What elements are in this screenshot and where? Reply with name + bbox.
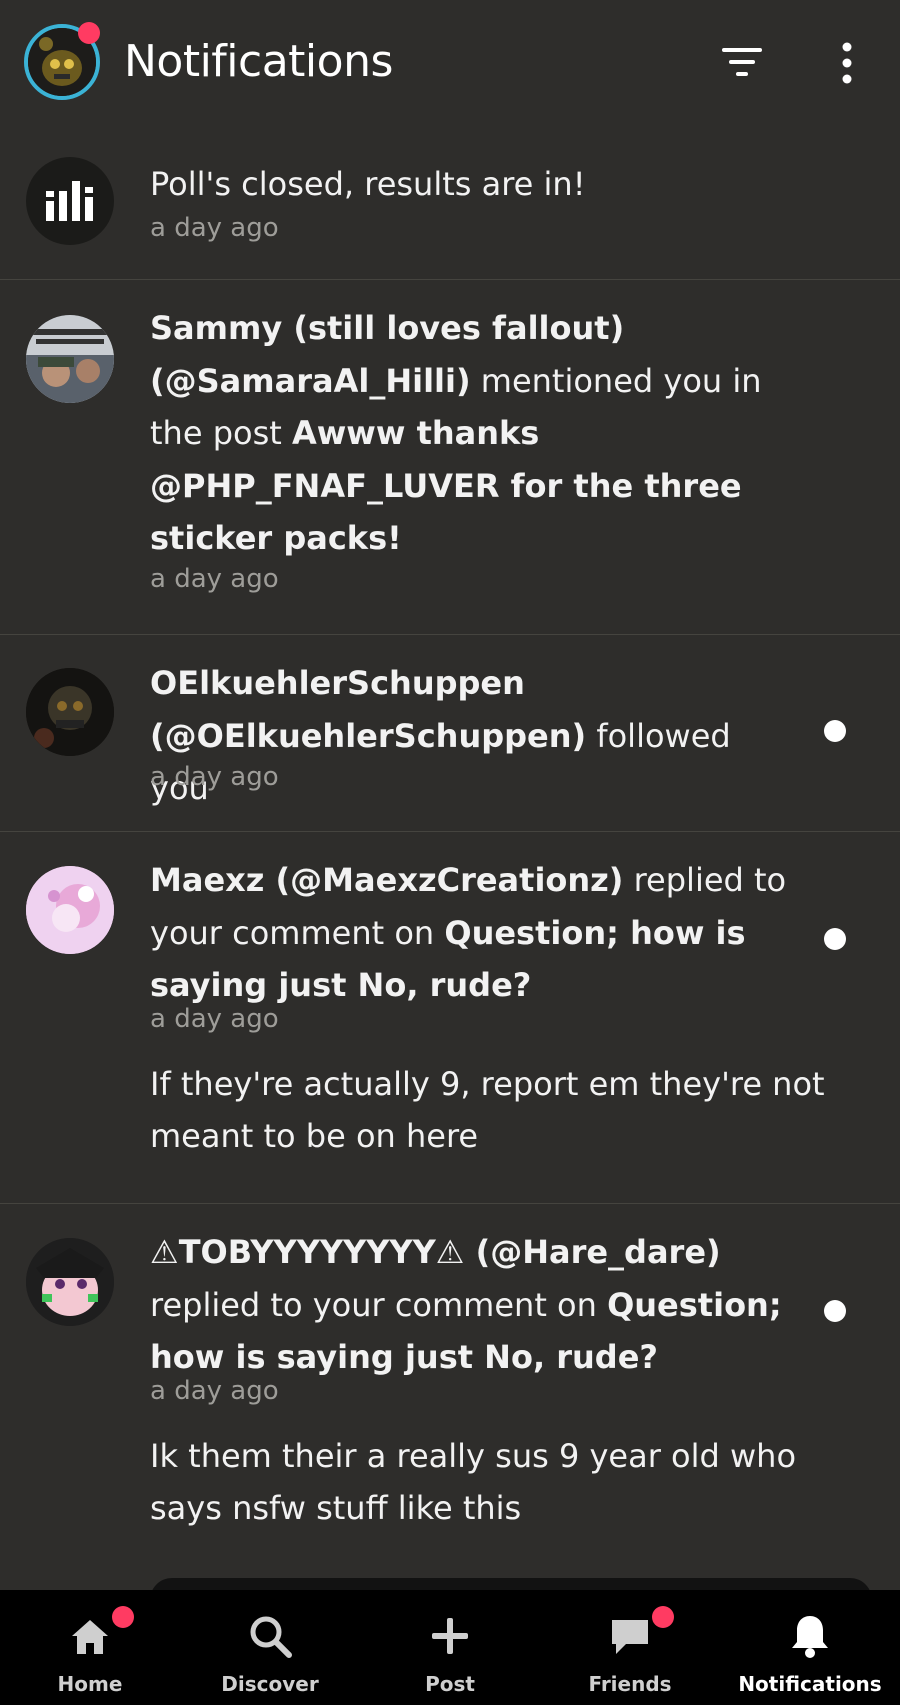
tab-label: Friends xyxy=(588,1672,672,1696)
bottom-tab-bar: Home Discover Post Friends Notifications xyxy=(0,1590,900,1705)
user-avatar[interactable] xyxy=(26,668,114,756)
notification-time: a day ago xyxy=(150,1376,279,1406)
notification-item[interactable]: Sammy (still loves fallout) (@SamaraAl_H… xyxy=(0,280,900,635)
notification-time: a day ago xyxy=(150,762,279,792)
notification-text: Maexz (@MaexzCreationz) replied to your … xyxy=(150,861,787,1004)
filter-icon[interactable] xyxy=(720,44,764,80)
comment-preview: Ik them their a really sus 9 year old wh… xyxy=(150,1437,797,1527)
search-icon xyxy=(250,1616,292,1658)
page-title: Notifications xyxy=(124,36,393,87)
notification-item[interactable]: Poll's closed, results are in! a day ago xyxy=(0,130,900,280)
tab-label: Home xyxy=(57,1672,123,1696)
tab-friends[interactable]: Friends xyxy=(540,1590,720,1705)
home-badge xyxy=(112,1606,134,1628)
unread-indicator xyxy=(824,928,846,950)
tab-post[interactable]: Post xyxy=(360,1590,540,1705)
home-icon xyxy=(72,1620,108,1654)
more-vertical-icon[interactable] xyxy=(830,40,864,86)
poll-icon xyxy=(26,157,114,245)
notifications-list: Poll's closed, results are in! a day ago… xyxy=(0,130,900,1584)
notification-item[interactable]: OElkuehlerSchuppen (@OElkuehlerSchuppen)… xyxy=(0,635,900,832)
user-avatar[interactable] xyxy=(26,866,114,954)
bell-icon xyxy=(792,1616,828,1658)
tab-notifications[interactable]: Notifications xyxy=(720,1590,900,1705)
notification-item[interactable]: Maexz (@MaexzCreationz) replied to your … xyxy=(0,832,900,1204)
notification-item[interactable]: ⚠TOBYYYYYYYY⚠ (@Hare_dare) replied to yo… xyxy=(0,1204,900,1584)
unread-indicator xyxy=(824,1300,846,1322)
tab-discover[interactable]: Discover xyxy=(180,1590,360,1705)
notification-text: Poll's closed, results are in! xyxy=(150,165,586,203)
notification-time: a day ago xyxy=(150,564,279,594)
plus-icon xyxy=(432,1618,468,1654)
tab-label: Notifications xyxy=(738,1672,882,1696)
notification-text: Sammy (still loves fallout) (@SamaraAl_H… xyxy=(150,309,762,557)
notification-time: a day ago xyxy=(150,213,279,243)
chat-icon xyxy=(612,1620,648,1654)
tab-home[interactable]: Home xyxy=(0,1590,180,1705)
unread-indicator xyxy=(824,720,846,742)
notification-text: ⚠TOBYYYYYYYY⚠ (@Hare_dare) replied to yo… xyxy=(150,1233,782,1376)
user-avatar[interactable] xyxy=(26,315,114,403)
tab-label: Discover xyxy=(221,1672,319,1696)
friends-badge xyxy=(652,1606,674,1628)
app-header: Notifications xyxy=(0,0,900,130)
profile-badge xyxy=(78,22,100,44)
notification-time: a day ago xyxy=(150,1004,279,1034)
tab-label: Post xyxy=(425,1672,475,1696)
comment-preview: If they're actually 9, report em they're… xyxy=(150,1065,825,1155)
user-avatar[interactable] xyxy=(26,1238,114,1326)
